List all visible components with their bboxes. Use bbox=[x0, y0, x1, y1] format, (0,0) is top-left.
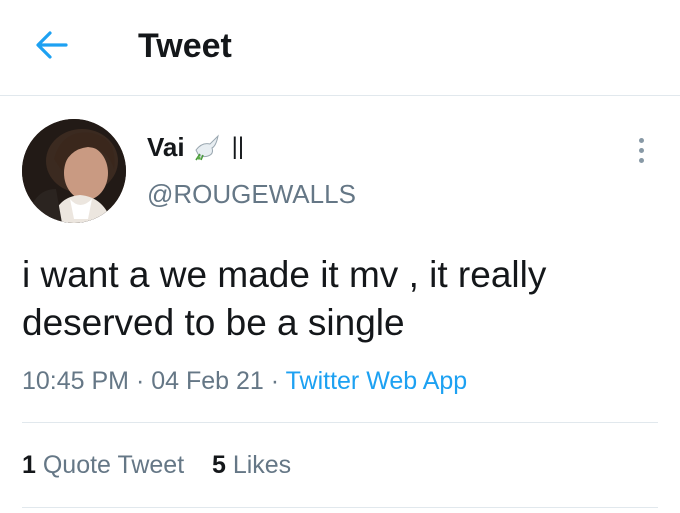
dove-icon bbox=[192, 132, 222, 162]
author-name-row[interactable]: Vai || bbox=[147, 131, 244, 163]
tweet-meta: 10:45 PM · 04 Feb 21 · Twitter Web App bbox=[22, 365, 467, 397]
tweet-time[interactable]: 10:45 PM bbox=[22, 367, 129, 395]
more-vertical-icon bbox=[638, 137, 644, 143]
meta-separator: · bbox=[270, 367, 280, 395]
quote-tweets-stat[interactable]: 1 Quote Tweet bbox=[22, 451, 184, 479]
arrow-left-icon bbox=[36, 31, 68, 59]
author-display-name: Vai bbox=[147, 132, 185, 162]
page-title: Tweet bbox=[138, 27, 232, 65]
tweet-date[interactable]: 04 Feb 21 bbox=[151, 367, 264, 395]
quote-label: Quote Tweet bbox=[42, 451, 185, 479]
likes-count: 5 bbox=[211, 451, 226, 479]
tweet-source-link[interactable]: Twitter Web App bbox=[286, 367, 468, 395]
top-bar: Tweet bbox=[0, 0, 680, 96]
meta-separator: · bbox=[135, 367, 145, 395]
divider bbox=[22, 422, 658, 423]
divider bbox=[22, 507, 658, 508]
author-handle[interactable]: @ROUGEWALLS bbox=[147, 178, 356, 210]
quote-count: 1 bbox=[22, 451, 36, 479]
author-name-suffix: || bbox=[231, 133, 245, 160]
back-button[interactable] bbox=[34, 27, 70, 63]
tweet-stats: 1 Quote Tweet 5 Likes bbox=[22, 449, 291, 481]
avatar[interactable] bbox=[22, 119, 126, 223]
tweet-text: i want a we made it mv , it really deser… bbox=[22, 254, 547, 343]
likes-stat[interactable]: 5 Likes bbox=[212, 451, 291, 479]
likes-label: Likes bbox=[232, 451, 292, 479]
more-options-button[interactable] bbox=[626, 133, 656, 167]
